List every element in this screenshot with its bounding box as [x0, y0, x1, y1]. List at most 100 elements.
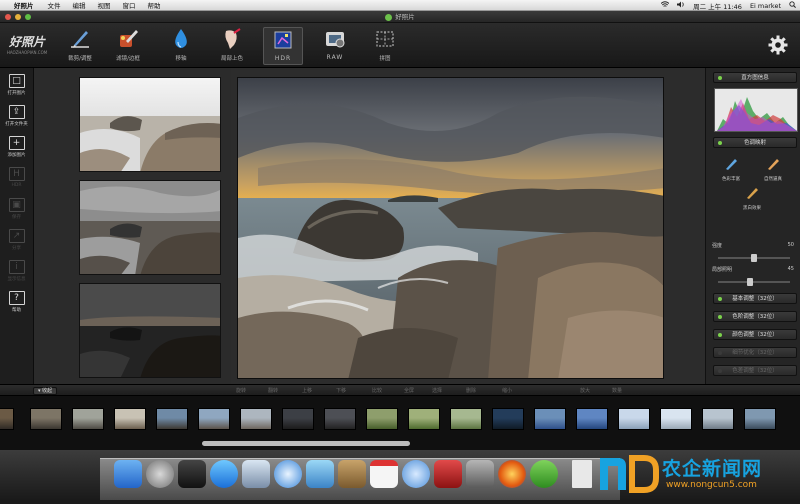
section-label: 色差调整（32位）: [732, 368, 778, 374]
section-color[interactable]: 颜色调整（32位）: [713, 329, 797, 340]
left-sidebar: □ 打开图片 ⇪ 打开文件夹 + 添加图片 H HDR ▣ 保存 ↗ 分享 i …: [0, 68, 34, 384]
menu-help[interactable]: 帮助: [148, 0, 161, 10]
filmstrip-thumbnail[interactable]: [534, 408, 566, 430]
system-preferences-icon[interactable]: [466, 460, 494, 488]
menu-file[interactable]: 文件: [48, 0, 61, 10]
spotlight-icon[interactable]: [789, 1, 796, 10]
sidebar-item-add-image[interactable]: + 添加图片: [0, 130, 33, 161]
contacts-icon[interactable]: [338, 460, 366, 488]
filmstrip-thumbnail[interactable]: [618, 408, 650, 430]
histogram-label: 直方图信息: [741, 75, 769, 81]
finder-icon[interactable]: [114, 460, 142, 488]
close-window-button[interactable]: [5, 14, 11, 20]
facetime-icon[interactable]: [306, 460, 334, 488]
intensity-label: 强度: [712, 243, 723, 249]
filmstrip-thumbnail[interactable]: [408, 408, 440, 430]
filmstrip-thumbnail[interactable]: [30, 408, 62, 430]
menu-edit[interactable]: 编辑: [73, 0, 86, 10]
zoom-window-button[interactable]: [25, 14, 31, 20]
preset-bw[interactable]: 黑白效果: [737, 185, 767, 211]
wifi-icon[interactable]: [660, 1, 670, 10]
menu-app-name[interactable]: 好照片: [14, 0, 34, 10]
menubar-user[interactable]: Ei market: [750, 2, 781, 10]
preset-vivid[interactable]: 色彩丰富: [716, 156, 746, 182]
volume-icon[interactable]: [677, 1, 685, 10]
preview-icon[interactable]: [242, 460, 270, 488]
sidebar-item-open-image[interactable]: □ 打开图片: [0, 68, 33, 99]
exposure-thumbnail-dark[interactable]: [79, 283, 221, 378]
app-store-icon[interactable]: [210, 460, 238, 488]
intensity-slider[interactable]: [718, 254, 790, 262]
filmstrip-thumbnail[interactable]: [0, 408, 14, 430]
itunes-icon[interactable]: [402, 460, 430, 488]
filmstrip-thumbnail[interactable]: [660, 408, 692, 430]
watermark-title: 农企新闻网: [662, 458, 763, 480]
tool-collage[interactable]: 拼图: [365, 27, 405, 65]
tool-label: HDR: [274, 55, 292, 62]
tool-raw[interactable]: RAW: [315, 27, 355, 65]
sidebar-item-label: HDR: [11, 183, 22, 188]
filmstrip-thumbnail[interactable]: [240, 408, 272, 430]
section-basic[interactable]: 基本调整（32位）: [713, 293, 797, 304]
logo-subtitle: HAOZHAOPIAN.COM: [6, 50, 48, 55]
sidebar-item-hdr: H HDR: [0, 161, 33, 192]
minimize-window-button[interactable]: [15, 14, 21, 20]
open-image-icon: □: [8, 74, 25, 88]
safari-icon[interactable]: [274, 460, 302, 488]
intensity-slider-handle[interactable]: [751, 254, 757, 262]
tool-hdr[interactable]: HDR: [263, 27, 303, 65]
exposure-thumbnail-bright[interactable]: [79, 77, 221, 172]
tilt-shift-drop-icon: [169, 27, 193, 51]
photo-booth-icon[interactable]: [434, 460, 462, 488]
tool-tilt-shift[interactable]: 移轴: [161, 27, 201, 65]
filmstrip-thumbnail[interactable]: [744, 408, 776, 430]
filmstrip-thumbnail[interactable]: [198, 408, 230, 430]
hdr-preview-image[interactable]: [237, 77, 664, 379]
section-levels[interactable]: 色阶调整（32位）: [713, 311, 797, 322]
collapse-filmstrip-button[interactable]: ▾ 收起: [33, 387, 58, 395]
gear-icon[interactable]: [768, 35, 788, 55]
filmstrip-thumbnail[interactable]: [492, 408, 524, 430]
tool-filter-frame[interactable]: 滤镜/边框: [108, 27, 148, 65]
filmstrip-thumbnail[interactable]: [576, 408, 608, 430]
filmstrip-select: 选择: [432, 388, 443, 394]
launchpad-icon[interactable]: [146, 460, 174, 488]
menubar-clock[interactable]: 周二 上午 11:46: [693, 1, 742, 11]
tone-mapping-toggle[interactable]: 色调映射: [713, 137, 797, 148]
status-dot-icon: [718, 351, 722, 355]
filmstrip-thumbnail[interactable]: [72, 408, 104, 430]
histogram-chart: [714, 88, 798, 132]
add-image-icon: +: [8, 136, 25, 150]
filmstrip-thumbnail[interactable]: [450, 408, 482, 430]
filmstrip-thumbnail[interactable]: [702, 408, 734, 430]
document-icon[interactable]: [572, 460, 592, 488]
tool-local-color[interactable]: 局部上色: [212, 27, 252, 65]
exposure-thumbnail-normal[interactable]: [79, 180, 221, 275]
menu-view[interactable]: 视图: [98, 0, 111, 10]
filmstrip-thumbnail[interactable]: [114, 408, 146, 430]
info-icon: i: [8, 260, 25, 274]
local-lighting-slider[interactable]: [718, 278, 790, 286]
tone-mapping-label: 色调映射: [743, 140, 766, 146]
filmstrip-thumbnail[interactable]: [282, 408, 314, 430]
filmstrip-thumbnail[interactable]: [366, 408, 398, 430]
histogram-toggle[interactable]: 直方图信息: [713, 72, 797, 83]
haozhaopian-app-icon[interactable]: [530, 460, 558, 488]
sidebar-item-open-folder[interactable]: ⇪ 打开文件夹: [0, 99, 33, 130]
local-lighting-slider-handle[interactable]: [747, 278, 754, 286]
sidebar-item-save: ▣ 保存: [0, 192, 33, 223]
sidebar-item-label: 添加图片: [7, 153, 26, 158]
logo-title: 好照片: [8, 35, 45, 49]
calendar-icon[interactable]: [370, 460, 398, 488]
menu-window[interactable]: 窗口: [123, 0, 136, 10]
tool-crop-adjust[interactable]: 裁剪/调整: [60, 27, 100, 65]
filmstrip-scrollbar[interactable]: [202, 441, 410, 446]
filmstrip-fullscreen: 全屏: [404, 388, 415, 394]
sidebar-item-label: 保存: [12, 215, 21, 220]
mission-control-icon[interactable]: [178, 460, 206, 488]
filmstrip-thumbnail[interactable]: [156, 408, 188, 430]
sidebar-item-help[interactable]: ? 帮助: [0, 285, 33, 316]
firefox-icon[interactable]: [498, 460, 526, 488]
preset-natural[interactable]: 自然逼真: [758, 156, 788, 182]
filmstrip-thumbnail[interactable]: [324, 408, 356, 430]
